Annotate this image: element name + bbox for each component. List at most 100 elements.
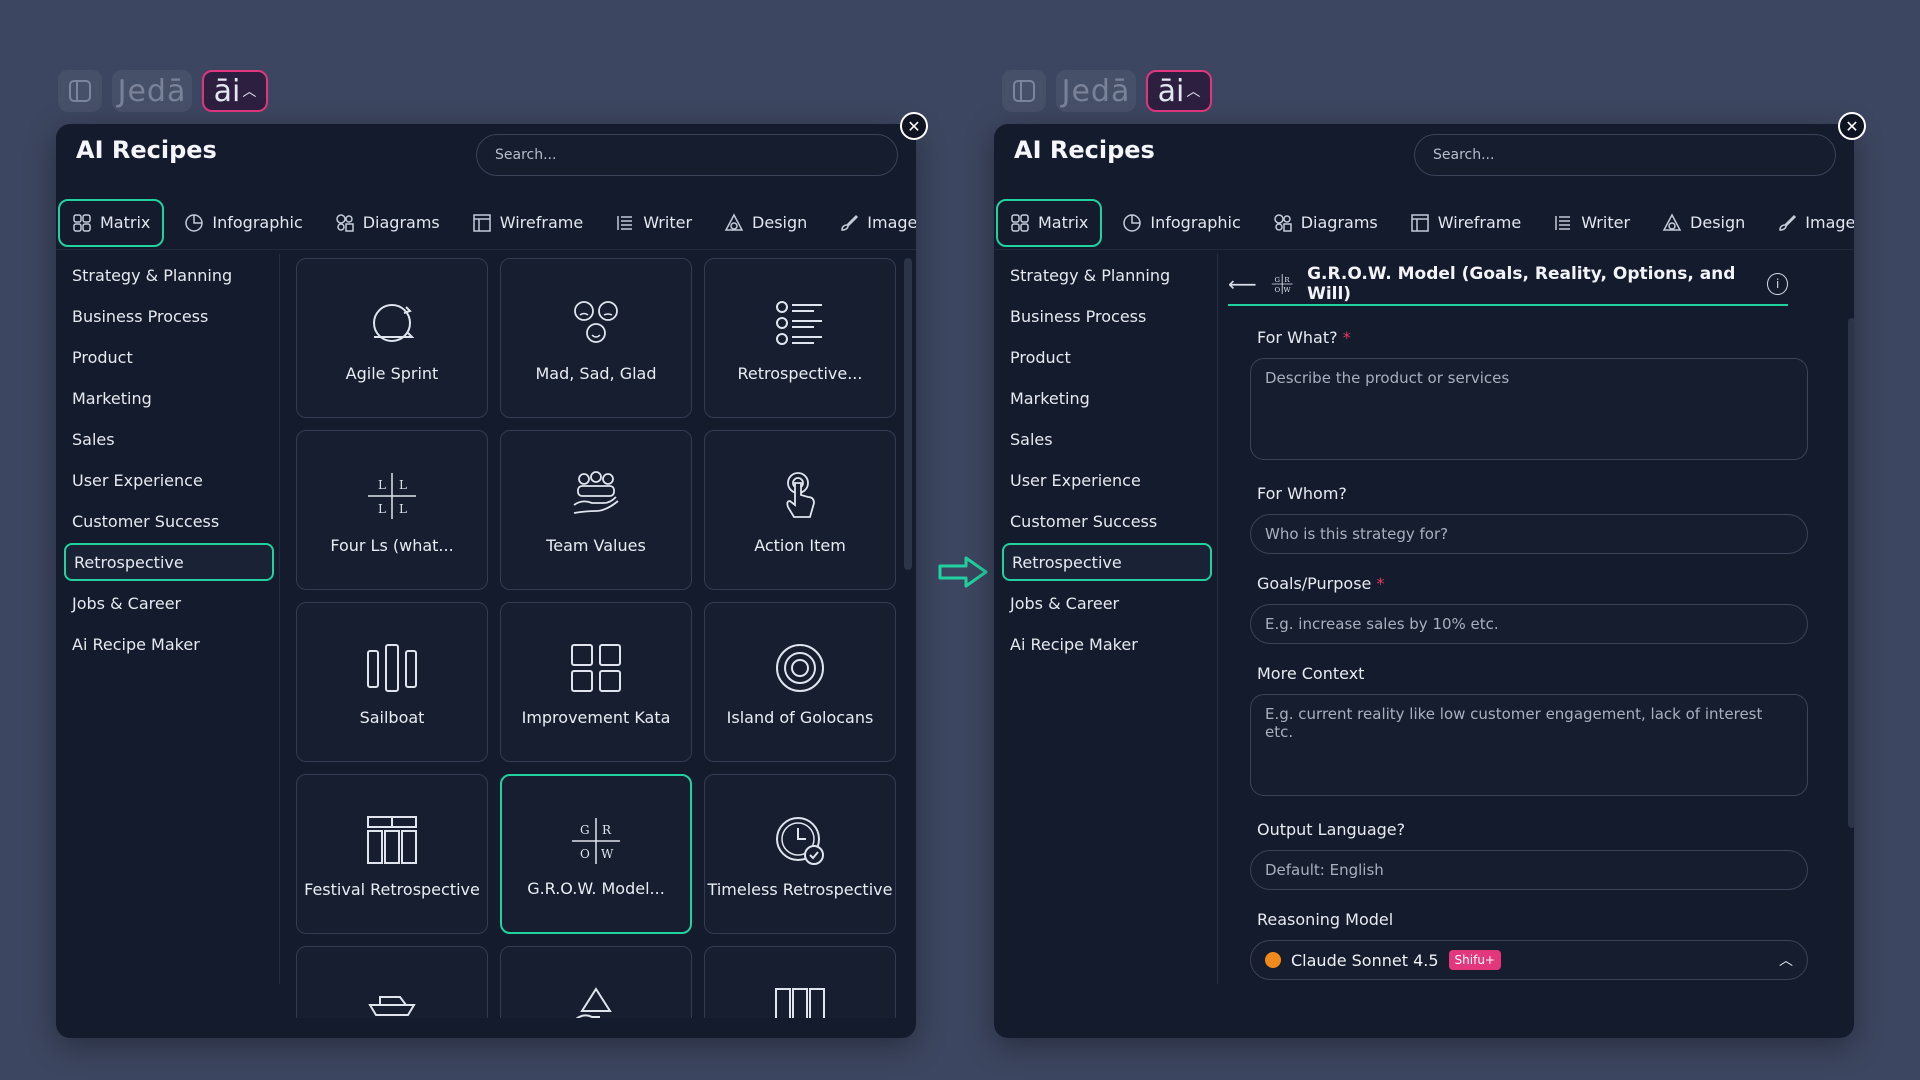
sidebar-item-business-process[interactable]: Business Process: [64, 297, 274, 335]
for-whom-field[interactable]: [1250, 514, 1808, 554]
recipe-card-agile-sprint[interactable]: Agile Sprint: [296, 258, 488, 418]
sidebar-item-marketing[interactable]: Marketing: [1002, 379, 1212, 417]
tab-design[interactable]: Design: [1650, 199, 1757, 247]
layout-icon: [367, 816, 417, 864]
recipe-card-festival-retrospective[interactable]: Festival Retrospective: [296, 774, 488, 934]
svg-text:L: L: [378, 478, 386, 492]
sidebar-item-sales[interactable]: Sales: [64, 420, 274, 458]
search-input[interactable]: [1414, 134, 1836, 176]
tab-wireframe[interactable]: Wireframe: [460, 199, 595, 247]
field-label: Goals/Purpose: [1257, 574, 1372, 593]
close-button[interactable]: ✕: [900, 112, 928, 140]
sidebar-item-ai-recipe-maker[interactable]: Ai Recipe Maker: [1002, 625, 1212, 663]
tab-infographic[interactable]: Infographic: [172, 199, 314, 247]
grid-scrollbar[interactable]: [904, 258, 912, 570]
tab-matrix[interactable]: Matrix: [996, 198, 1103, 247]
jeda-logo[interactable]: Jedā: [1056, 70, 1136, 112]
recipe-header: ⟵ GROW G.R.O.W. Model (Goals, Reality, O…: [1228, 264, 1788, 306]
sidebar-item-user-experience[interactable]: User Experience: [64, 461, 274, 499]
recipe-card-grow-model[interactable]: GROW G.R.O.W. Model...: [500, 774, 692, 934]
tab-writer[interactable]: Writer: [1541, 199, 1642, 247]
pie-chart-icon: [185, 213, 204, 232]
sidebar-item-sales[interactable]: Sales: [1002, 420, 1212, 458]
recipe-card-improvement-kata[interactable]: Improvement Kata: [500, 602, 692, 762]
sidebar-item-jobs-career[interactable]: Jobs & Career: [1002, 584, 1212, 622]
tab-infographic[interactable]: Infographic: [1110, 199, 1252, 247]
sidebar-item-product[interactable]: Product: [64, 338, 274, 376]
grow-icon: G RO W: [572, 818, 620, 864]
svg-text:G: G: [1274, 276, 1280, 284]
wireframe-icon: [473, 213, 491, 232]
chevron-up-icon: ︿: [1779, 953, 1793, 969]
reasoning-model-select[interactable]: Claude Sonnet 4.5 Shifu+ ︿: [1250, 940, 1808, 980]
recipe-card-action-item[interactable]: Action Item: [704, 430, 896, 590]
sidebar-item-retrospective[interactable]: Retrospective: [64, 543, 274, 581]
ai-label: āi: [1157, 73, 1185, 109]
goals-field[interactable]: [1250, 604, 1808, 644]
chevron-up-icon: ︿: [1186, 84, 1201, 100]
tab-label: Image: [867, 213, 916, 232]
shapes-icon: [1273, 213, 1292, 232]
info-icon[interactable]: i: [1767, 273, 1788, 295]
sidebar-item-user-experience[interactable]: User Experience: [1002, 461, 1212, 499]
recipe-label: Action Item: [754, 536, 846, 555]
recipe-card-sailboat[interactable]: Sailboat: [296, 602, 488, 762]
recipe-label: Four Ls (what...: [330, 536, 454, 555]
target-icon: [776, 644, 824, 692]
ai-menu-button[interactable]: āi ︿: [1146, 70, 1212, 112]
panel-title: AI Recipes: [1014, 136, 1155, 164]
sidebar-item-marketing[interactable]: Marketing: [64, 379, 274, 417]
text-lines-icon: [1555, 215, 1571, 230]
sidebar-item-retrospective[interactable]: Retrospective: [1002, 543, 1212, 581]
tab-matrix[interactable]: Matrix: [58, 198, 165, 247]
tab-design[interactable]: Design: [712, 199, 819, 247]
recipe-card-triangle[interactable]: [500, 946, 692, 1018]
sidebar-item-ai-recipe-maker[interactable]: Ai Recipe Maker: [64, 625, 274, 663]
pie-chart-icon: [1123, 213, 1142, 232]
model-provider-icon: [1265, 952, 1281, 968]
close-button[interactable]: ✕: [1838, 112, 1866, 140]
sidebar-item-business-process[interactable]: Business Process: [1002, 297, 1212, 335]
tab-label: Diagrams: [1300, 213, 1378, 232]
recipe-card-team-values[interactable]: Team Values: [500, 430, 692, 590]
sidebar-item-product[interactable]: Product: [1002, 338, 1212, 376]
grid-icon: [73, 213, 91, 232]
tab-diagrams[interactable]: Diagrams: [1261, 199, 1390, 247]
sidebar-toggle-icon: [1013, 80, 1035, 102]
back-arrow-icon[interactable]: ⟵: [1228, 272, 1257, 296]
ai-menu-button[interactable]: āi ︿: [202, 70, 268, 112]
tab-image[interactable]: Image: [827, 199, 916, 247]
recipe-card-mad-sad-glad[interactable]: Mad, Sad, Glad: [500, 258, 692, 418]
tab-image[interactable]: Image: [1765, 199, 1854, 247]
recipe-card-bars[interactable]: [704, 946, 896, 1018]
sidebar-item-strategy-planning[interactable]: Strategy & Planning: [64, 256, 274, 294]
sidebar-item-jobs-career[interactable]: Jobs & Career: [64, 584, 274, 622]
recipe-card-island-of-golocans[interactable]: Island of Golocans: [704, 602, 896, 762]
more-context-field[interactable]: [1250, 694, 1808, 796]
recipe-label: G.R.O.W. Model...: [527, 879, 665, 898]
sidebar-item-customer-success[interactable]: Customer Success: [64, 502, 274, 540]
sidebar-toggle-button[interactable]: [1002, 70, 1046, 112]
jeda-logo[interactable]: Jedā: [112, 70, 192, 112]
tab-label: Infographic: [1150, 213, 1241, 232]
sidebar-toggle-button[interactable]: [58, 70, 102, 112]
tab-diagrams[interactable]: Diagrams: [323, 199, 452, 247]
recipe-label: Agile Sprint: [345, 364, 439, 383]
search-input[interactable]: [476, 134, 898, 176]
for-what-field[interactable]: [1250, 358, 1808, 460]
recipe-card-timeless-retrospective[interactable]: Timeless Retrospective: [704, 774, 896, 934]
close-icon: ✕: [907, 116, 921, 136]
bars-icon: [775, 988, 825, 1018]
tab-wireframe[interactable]: Wireframe: [1398, 199, 1533, 247]
tab-label: Wireframe: [499, 213, 584, 232]
tab-writer[interactable]: Writer: [603, 199, 704, 247]
recipe-card-boat[interactable]: [296, 946, 488, 1018]
sidebar-item-customer-success[interactable]: Customer Success: [1002, 502, 1212, 540]
recipe-card-four-ls[interactable]: LLLL Four Ls (what...: [296, 430, 488, 590]
svg-text:W: W: [601, 847, 614, 861]
output-language-field[interactable]: [1250, 850, 1808, 890]
sidebar-item-strategy-planning[interactable]: Strategy & Planning: [1002, 256, 1212, 294]
tab-label: Wireframe: [1437, 213, 1522, 232]
form-scrollbar[interactable]: [1848, 318, 1854, 828]
recipe-card-retrospective[interactable]: Retrospective...: [704, 258, 896, 418]
